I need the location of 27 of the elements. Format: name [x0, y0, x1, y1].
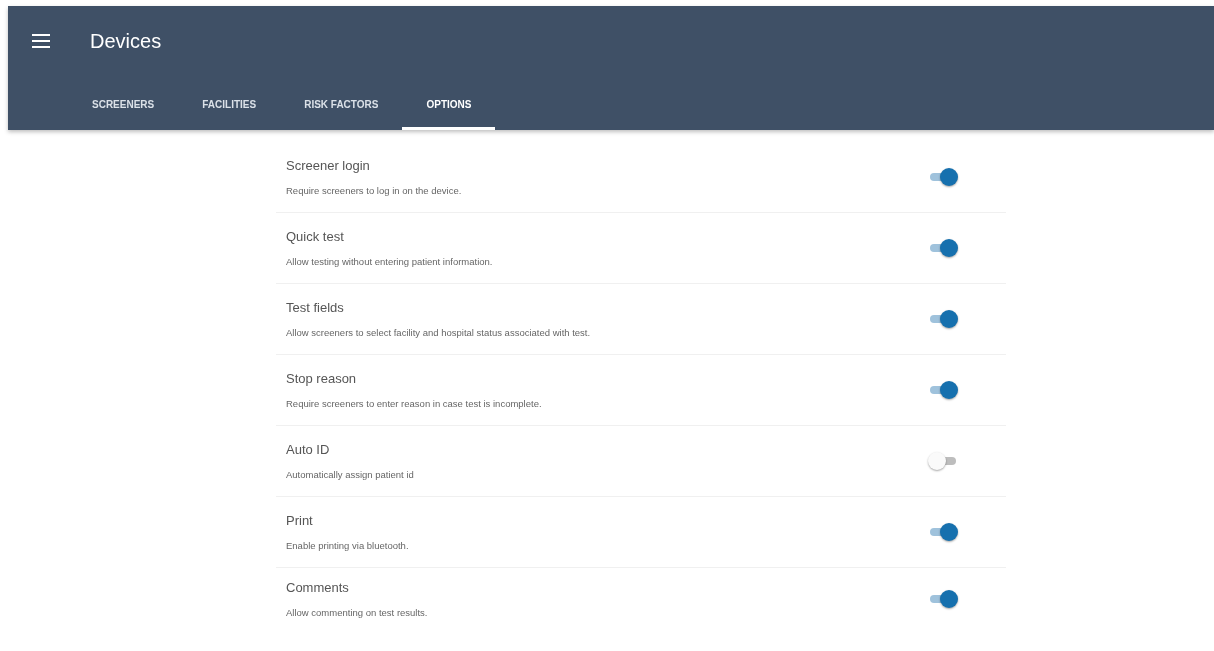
option-title: Auto ID: [286, 442, 331, 457]
toggle-switch[interactable]: [928, 239, 958, 257]
option-description: Enable printing via bluetooth.: [286, 540, 409, 551]
option-title: Screener login: [286, 158, 371, 173]
tab[interactable]: RISK FACTORS: [280, 82, 403, 130]
tab[interactable]: SCREENERS: [68, 82, 179, 130]
option-description: Allow commenting on test results.: [286, 607, 428, 618]
option-description: Automatically assign patient id: [286, 469, 414, 480]
toggle-switch[interactable]: [928, 523, 958, 541]
option-description: Require screeners to log in on the device.: [286, 185, 462, 196]
option-title: Stop reason: [286, 371, 358, 386]
option-description: Require screeners to enter reason in case test is incomplete.: [286, 398, 542, 409]
option-title: Quick test: [286, 229, 345, 244]
tab[interactable]: FACILITIES: [178, 82, 281, 130]
menu-icon[interactable]: [32, 34, 50, 48]
option-title: Comments: [286, 580, 350, 595]
toggle-switch[interactable]: [928, 381, 958, 399]
option-description: Allow screeners to select facility and hospital status associated with test.: [286, 327, 591, 338]
option-title: Print: [286, 513, 314, 528]
option-title: Test fields: [286, 300, 345, 315]
option-description: Allow testing without entering patient information.: [286, 256, 493, 267]
tab[interactable]: OPTIONS: [402, 82, 496, 130]
toggle-switch[interactable]: [928, 590, 958, 608]
toggle-switch[interactable]: [928, 168, 958, 186]
toggle-switch[interactable]: [928, 452, 958, 470]
toggle-switch[interactable]: [928, 310, 958, 328]
page-title: Devices: [90, 29, 162, 53]
